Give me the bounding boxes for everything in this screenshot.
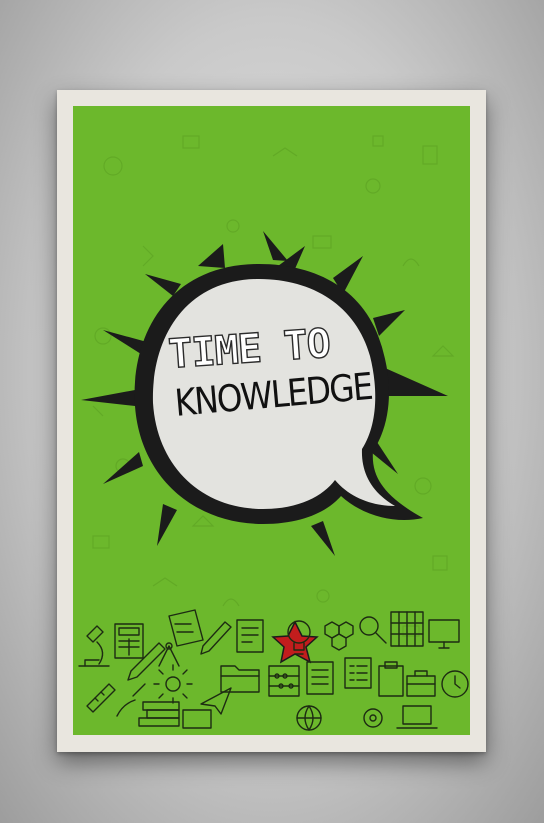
pencil-icon: [127, 642, 166, 681]
abacus-icon: [268, 665, 300, 697]
notebook-icon: [306, 661, 334, 695]
briefcase-icon: [406, 670, 436, 697]
paintbrush-icon: [116, 683, 146, 717]
poster-artwork: TIME TO KNOWLEDGE: [73, 106, 470, 735]
microscope-icon: [78, 625, 110, 667]
book-icon: [168, 609, 204, 647]
books-stack-icon: [138, 701, 180, 727]
checklist-icon: [344, 657, 372, 689]
document-icon: [236, 619, 264, 653]
monitor-icon-2: [182, 709, 212, 729]
hexagon-molecule-icon: [324, 621, 354, 651]
calculator-icon: [114, 623, 144, 659]
education-icons-band: [78, 609, 469, 731]
bookshelf-icon: [390, 611, 424, 647]
clock-icon: [441, 670, 469, 698]
globe-icon: [296, 705, 322, 731]
lightbulb-icon: [287, 620, 311, 655]
magnifier-icon: [359, 616, 387, 644]
folder-icon: [220, 665, 260, 693]
ruler-icon: [86, 683, 116, 713]
laptop-icon: [396, 705, 438, 729]
sun-icon: [153, 664, 193, 704]
gear-icon: [363, 708, 383, 728]
poster-frame: TIME TO KNOWLEDGE: [57, 90, 486, 752]
monitor-icon: [428, 619, 460, 649]
pencil-icon-2: [200, 621, 232, 655]
clipboard-icon: [378, 661, 404, 697]
